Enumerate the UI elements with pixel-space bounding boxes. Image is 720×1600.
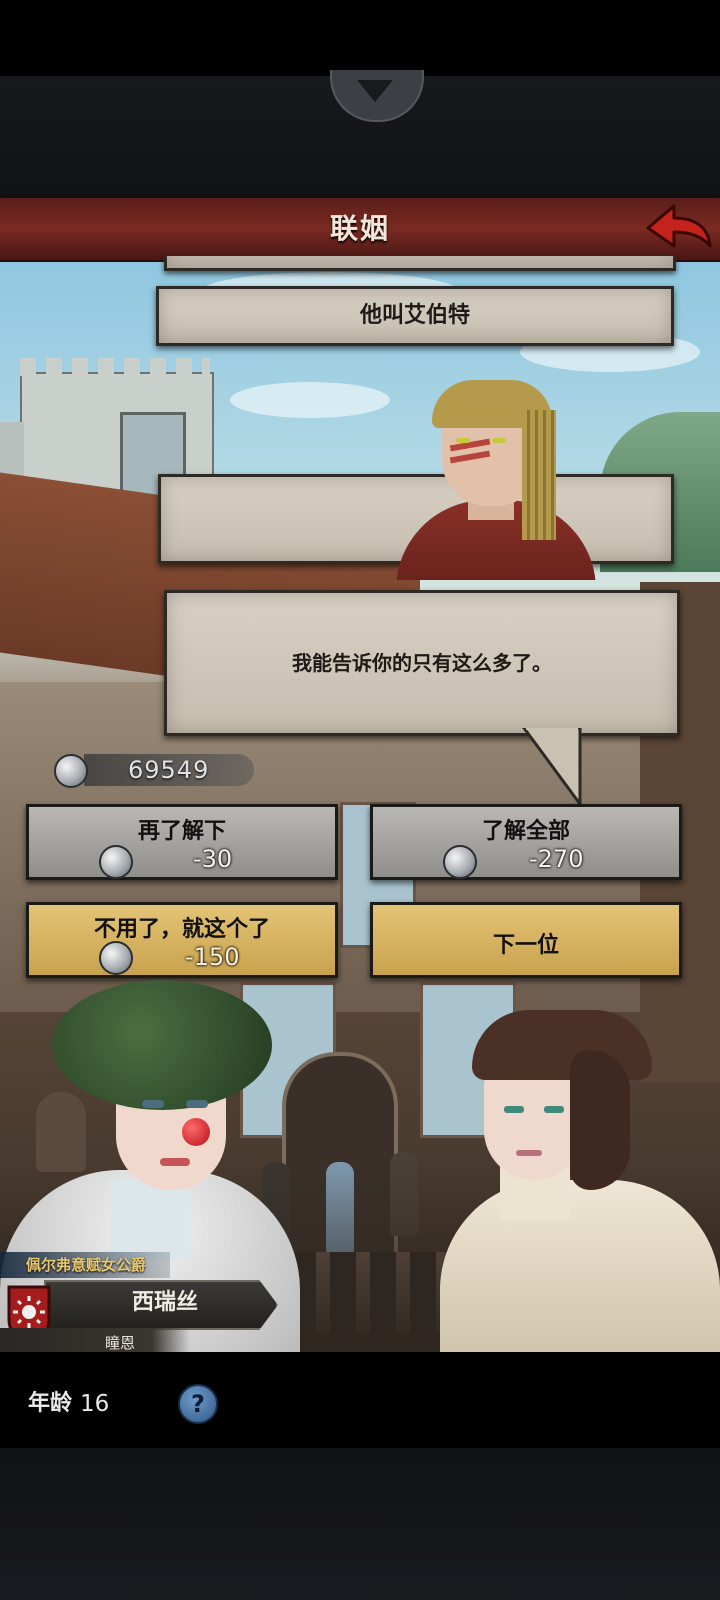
companion-lips — [516, 1150, 542, 1156]
silver-coin-icon — [99, 941, 133, 975]
player-lips — [160, 1158, 190, 1166]
choose-this-one-label: 不用了，就这个了 — [93, 917, 270, 942]
white-coat — [440, 1180, 720, 1352]
learn-all-cost: -270 — [529, 845, 584, 873]
learn-more-button[interactable]: 再了解下 -30 — [26, 804, 338, 880]
suitor-eye — [456, 438, 470, 443]
player-eye — [142, 1100, 164, 1108]
previous-dialogue-box — [164, 256, 676, 271]
green-afro-wig — [52, 980, 272, 1110]
silver-coin-icon — [99, 845, 133, 879]
companion-eye — [544, 1106, 564, 1113]
bottom-frame — [0, 1448, 720, 1600]
speech-bubble-tail — [522, 728, 582, 808]
learn-all-label: 了解全部 — [481, 819, 570, 844]
dialogue-text: 我能告诉你的只有这么多了。 — [292, 651, 552, 675]
learn-more-cost: -30 — [193, 845, 233, 873]
battlement — [20, 358, 210, 376]
player-eye — [186, 1100, 208, 1108]
cloud — [230, 382, 390, 418]
age-value: 16 — [80, 1391, 110, 1417]
page-title: 联姻 — [329, 212, 390, 245]
suitor-name-text: 他叫艾伯特 — [359, 303, 470, 328]
age-label: 年龄 — [28, 1391, 73, 1416]
suitor-portrait — [372, 380, 602, 580]
clown-nose — [182, 1118, 210, 1146]
companion-hair-side — [570, 1050, 630, 1190]
character-name: 西瑞丝 — [131, 1290, 198, 1315]
collar — [110, 1180, 190, 1260]
arrow-down-icon[interactable] — [357, 80, 393, 102]
learn-more-label: 再了解下 — [137, 819, 226, 844]
learn-all-button[interactable]: 了解全部 -270 — [370, 804, 682, 880]
next-candidate-button[interactable]: 下一位 — [370, 902, 682, 978]
silver-balance-value: 69549 — [128, 756, 210, 784]
choose-this-one-button[interactable]: 不用了，就这个了 -150 — [26, 902, 338, 978]
silver-coin-icon — [54, 754, 88, 788]
top-letterbox — [0, 0, 720, 76]
question-mark-icon[interactable]: ? — [178, 1384, 218, 1424]
back-arrow-icon[interactable] — [644, 200, 714, 256]
choose-this-one-cost: -150 — [185, 943, 240, 971]
silver-coin-icon — [443, 845, 477, 879]
companion-hair — [472, 1010, 652, 1080]
suitor-braids — [522, 410, 556, 540]
companion-portrait — [420, 1010, 720, 1352]
character-title: 佩尔弗意赋女公爵 — [26, 1256, 147, 1274]
next-candidate-label: 下一位 — [492, 933, 559, 958]
suitor-eye — [492, 438, 506, 443]
companion-eye — [504, 1106, 524, 1113]
